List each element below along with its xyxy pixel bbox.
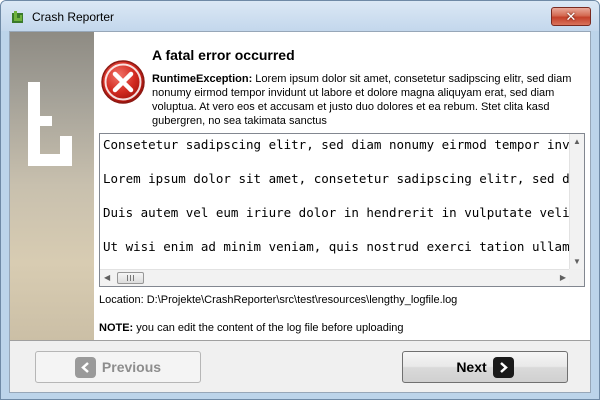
note-label: NOTE:: [99, 322, 134, 334]
previous-button-label: Previous: [101, 359, 162, 375]
error-icon: [101, 60, 145, 104]
arrow-right-icon: [492, 356, 514, 378]
arrow-left-icon: [74, 356, 96, 378]
next-button[interactable]: Next: [402, 351, 568, 383]
grip-icon: [127, 275, 134, 281]
brand-logo-icon: [28, 82, 72, 166]
next-button-label: Next: [456, 359, 487, 375]
note-text: you can edit the content of the log file…: [133, 322, 404, 334]
location-label: Location:: [99, 294, 144, 306]
log-line: Lorem ipsum dolor sit amet, consetetur s…: [103, 171, 570, 186]
sidebar-banner: [10, 32, 94, 340]
log-line: Duis autem vel eum iriure dolor in hendr…: [103, 205, 570, 220]
scroll-up-arrow[interactable]: ▲: [573, 138, 581, 146]
log-location: Location: D:\Projekte\CrashReporter\src\…: [99, 294, 457, 306]
crash-reporter-window: Crash Reporter ✕ A fatal error occurred …: [0, 0, 600, 400]
exception-name: RuntimeException:: [152, 73, 253, 85]
location-path: D:\Projekte\CrashReporter\src\test\resou…: [146, 294, 458, 306]
edit-note: NOTE: you can edit the content of the lo…: [99, 322, 404, 334]
dialog-client-area: A fatal error occurred RuntimeException:…: [9, 31, 591, 393]
title-bar[interactable]: Crash Reporter ✕: [1, 1, 599, 31]
log-line: Ut wisi enim ad minim veniam, quis nostr…: [103, 239, 570, 254]
scroll-left-arrow[interactable]: ◀: [104, 274, 110, 282]
close-icon: ✕: [565, 9, 577, 24]
log-line: Consetetur sadipscing elitr, sed diam no…: [103, 137, 570, 152]
scroll-right-arrow[interactable]: ▶: [560, 274, 566, 282]
log-editor[interactable]: Consetetur sadipscing elitr, sed diam no…: [99, 133, 585, 287]
horizontal-scrollbar[interactable]: ◀ ▶: [100, 269, 570, 286]
button-bar: Previous Next: [10, 341, 590, 392]
content-panel: A fatal error occurred RuntimeException:…: [94, 32, 590, 340]
error-heading: A fatal error occurred: [152, 47, 295, 63]
exception-summary: RuntimeException: Lorem ipsum dolor sit …: [152, 72, 577, 128]
horizontal-scroll-thumb[interactable]: [117, 272, 144, 284]
app-logo-icon: [12, 11, 23, 23]
scroll-down-arrow[interactable]: ▼: [573, 258, 581, 266]
window-title: Crash Reporter: [32, 10, 115, 24]
vertical-scrollbar[interactable]: ▲ ▼: [569, 134, 584, 270]
previous-button[interactable]: Previous: [35, 351, 201, 383]
close-button[interactable]: ✕: [551, 7, 591, 26]
scrollbar-corner: [569, 269, 584, 286]
log-text[interactable]: Consetetur sadipscing elitr, sed diam no…: [100, 134, 570, 270]
